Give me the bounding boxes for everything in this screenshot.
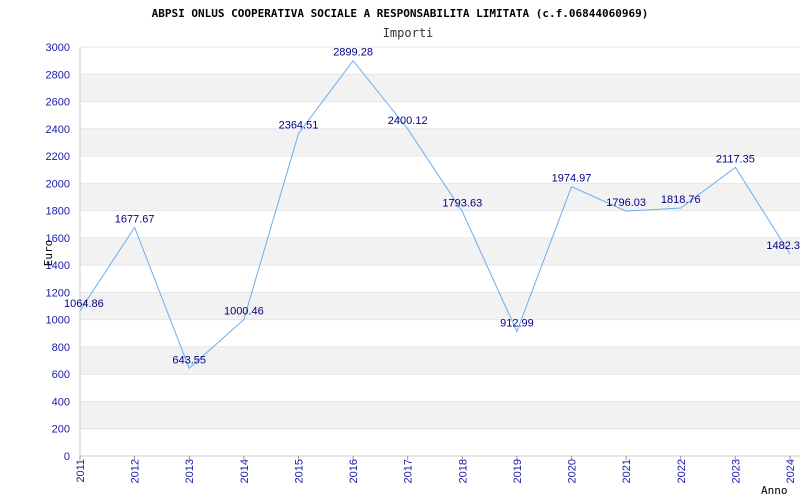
y-tick-label: 1000	[46, 315, 70, 327]
x-tick-label: 2020	[567, 459, 579, 483]
data-label: 2400.12	[388, 115, 428, 127]
x-tick-label: 2021	[621, 459, 633, 483]
x-tick-label: 2012	[130, 459, 142, 483]
y-tick-label: 0	[64, 451, 70, 463]
x-tick-label: 2022	[676, 459, 688, 483]
y-tick-label: 3000	[46, 42, 70, 54]
x-tick-label: 2015	[293, 459, 305, 483]
y-tick-label: 1800	[46, 206, 70, 218]
data-label: 1482.3	[766, 240, 800, 252]
data-label: 1064.86	[64, 298, 104, 310]
grid-band	[80, 128, 800, 157]
data-label: 1796.03	[606, 197, 646, 209]
data-label: 2899.28	[333, 47, 373, 59]
y-tick-label: 2600	[46, 97, 70, 109]
data-label: 2364.51	[279, 120, 319, 132]
data-label: 2117.35	[716, 153, 755, 165]
x-tick-label: 2018	[457, 459, 469, 483]
chart-subtitle: Importi	[383, 26, 434, 40]
data-label: 1818.76	[661, 194, 701, 206]
x-tick-label: 2024	[785, 459, 797, 483]
y-tick-label: 2200	[46, 151, 70, 163]
data-label: 643.55	[172, 354, 206, 366]
line-chart: ABPSI ONLUS COOPERATIVA SOCIALE A RESPON…	[42, 7, 800, 497]
y-tick-label: 2000	[46, 178, 70, 190]
series-line	[79, 59, 791, 370]
grid-band	[80, 237, 800, 266]
x-tick-label: 2016	[348, 459, 360, 483]
y-tick-label: 2400	[46, 124, 70, 136]
x-tick-label: 2011	[75, 459, 87, 483]
y-tick-label: 400	[52, 396, 70, 408]
data-label: 1974.97	[552, 173, 592, 185]
y-axis-label: Euro	[42, 240, 55, 267]
y-tick-label: 600	[52, 369, 70, 381]
x-tick-label: 2019	[512, 459, 524, 483]
grid-band	[80, 401, 800, 429]
x-tick-label: 2017	[403, 459, 415, 483]
data-label: 1793.63	[442, 197, 482, 209]
x-tick-label: 2013	[184, 459, 196, 483]
data-label: 912.99	[500, 318, 534, 330]
x-axis-ticks: 2011 2012 2013 2014 2015 2016 2017 2018 2019 2020…	[75, 456, 797, 483]
chart-title: ABPSI ONLUS COOPERATIVA SOCIALE A RESPON…	[152, 7, 649, 20]
x-tick-label: 2023	[730, 459, 742, 483]
data-label: 1000.46	[224, 306, 264, 318]
x-tick-label: 2014	[239, 459, 251, 483]
x-axis-label: Anno	[761, 484, 788, 497]
y-tick-label: 2800	[46, 69, 70, 81]
grid-band	[80, 74, 800, 102]
y-tick-label: 200	[52, 424, 70, 436]
y-tick-label: 800	[52, 342, 70, 354]
grid-bands	[80, 74, 800, 429]
grid-band	[80, 292, 800, 320]
data-label: 1677.67	[115, 213, 155, 225]
